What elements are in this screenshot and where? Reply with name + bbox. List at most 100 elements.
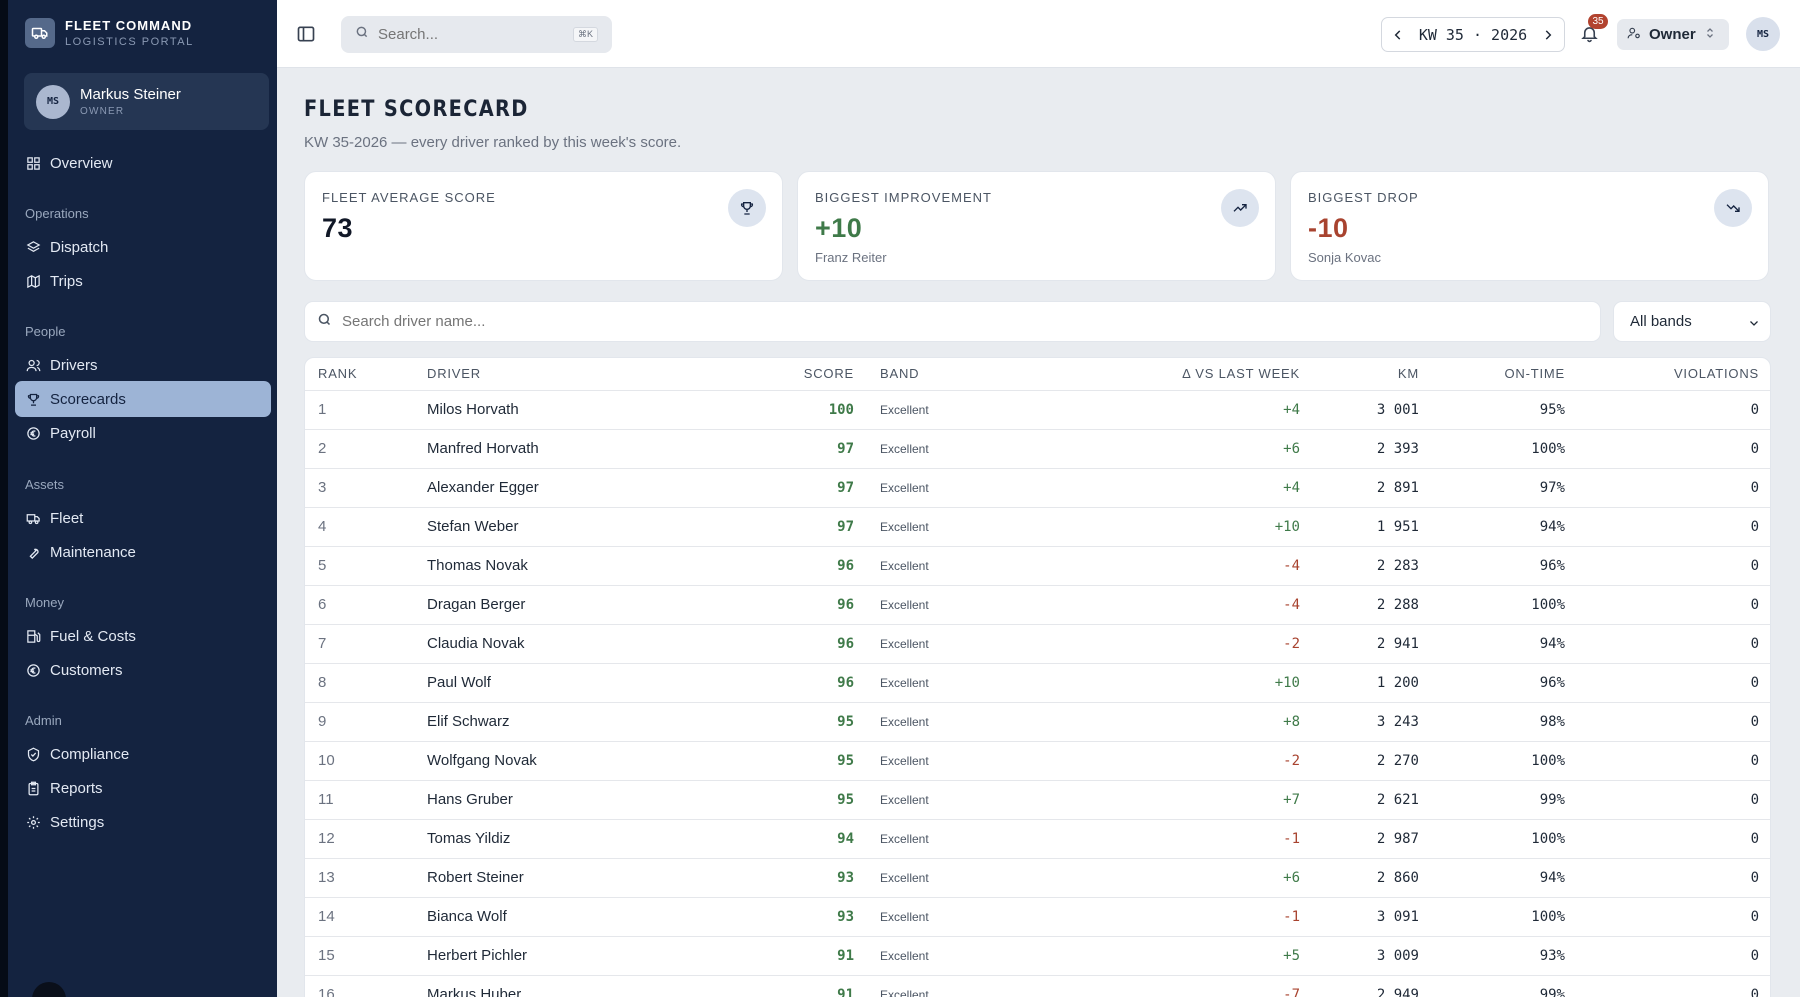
cell-score: 91 xyxy=(714,936,867,976)
chevron-left-icon[interactable] xyxy=(1390,27,1406,43)
cell-driver: Dragan Berger xyxy=(414,585,714,625)
table-row[interactable]: 9 Elif Schwarz 95 Excellent +8 3 243 98% 0 xyxy=(305,702,1770,742)
shield-check-icon xyxy=(25,746,41,762)
cell-driver: Robert Steiner xyxy=(414,858,714,898)
cell-delta: -2 xyxy=(1047,624,1313,664)
brand[interactable]: FLEET COMMAND LOGISTICS PORTAL xyxy=(25,18,194,48)
help-launcher[interactable] xyxy=(32,982,66,997)
wrench-icon xyxy=(25,544,41,560)
cell-on-time: 94% xyxy=(1432,507,1578,547)
week-navigator: KW 35 · 2026 xyxy=(1381,17,1565,52)
cell-km: 1 200 xyxy=(1313,663,1432,703)
cell-km: 3 001 xyxy=(1313,390,1432,430)
column-header-on-time[interactable]: ON-TIME xyxy=(1432,358,1578,391)
sidebar: FLEET COMMAND LOGISTICS PORTAL MS Markus… xyxy=(8,0,277,997)
cell-band: Excellent xyxy=(867,975,1047,997)
driver-search-input[interactable] xyxy=(342,313,1142,330)
table-row[interactable]: 7 Claudia Novak 96 Excellent -2 2 941 94% 0 xyxy=(305,624,1770,664)
stat-value: +10 xyxy=(815,213,863,243)
table-row[interactable]: 10 Wolfgang Novak 95 Excellent -2 2 270 100% 0 xyxy=(305,741,1770,781)
table-row[interactable]: 6 Dragan Berger 96 Excellent -4 2 288 100% 0 xyxy=(305,585,1770,625)
cell-score: 100 xyxy=(714,390,867,430)
column-header-delta[interactable]: Δ VS LAST WEEK xyxy=(1047,358,1313,391)
sidebar-item-trips[interactable]: Trips xyxy=(15,263,271,299)
cell-delta: -2 xyxy=(1047,741,1313,781)
cell-violations: 0 xyxy=(1578,390,1770,430)
cell-km: 2 270 xyxy=(1313,741,1432,781)
column-header-violations[interactable]: VIOLATIONS xyxy=(1578,358,1770,391)
user-cog-icon xyxy=(1627,26,1641,44)
sidebar-item-customers[interactable]: Customers xyxy=(15,652,271,688)
cell-score: 93 xyxy=(714,858,867,898)
table-header-row: RANK DRIVER SCORE BAND Δ VS LAST WEEK KM… xyxy=(305,358,1770,391)
table-row[interactable]: 14 Bianca Wolf 93 Excellent -1 3 091 100% 0 xyxy=(305,897,1770,937)
search-input[interactable] xyxy=(378,26,558,43)
cell-driver: Claudia Novak xyxy=(414,624,714,664)
cell-driver: Milos Horvath xyxy=(414,390,714,430)
euro-circle-icon xyxy=(25,662,41,678)
sidebar-item-label: Reports xyxy=(50,779,103,797)
table-row[interactable]: 15 Herbert Pichler 91 Excellent +5 3 009 93% 0 xyxy=(305,936,1770,976)
cell-on-time: 99% xyxy=(1432,780,1578,820)
column-header-rank[interactable]: RANK xyxy=(305,358,414,391)
table-row[interactable]: 2 Manfred Horvath 97 Excellent +6 2 393 100% 0 xyxy=(305,429,1770,469)
search-icon xyxy=(355,25,369,44)
band-filter-value: All bands xyxy=(1630,313,1692,330)
sidebar-item-label: Customers xyxy=(50,661,123,679)
cell-violations: 0 xyxy=(1578,507,1770,547)
sidebar-item-drivers[interactable]: Drivers xyxy=(15,347,271,383)
cell-rank: 9 xyxy=(305,702,414,742)
sidebar-item-label: Settings xyxy=(50,813,105,831)
chevron-right-icon[interactable] xyxy=(1540,27,1556,43)
truck-icon xyxy=(25,510,41,526)
sidebar-item-label: Maintenance xyxy=(50,543,136,561)
sidebar-item-fuel-costs[interactable]: Fuel & Costs xyxy=(15,618,271,654)
avatar[interactable]: MS xyxy=(1746,17,1780,51)
driver-search[interactable] xyxy=(304,301,1601,342)
table-row[interactable]: 16 Markus Huber 91 Excellent -7 2 949 99% 0 xyxy=(305,975,1770,997)
column-header-band[interactable]: BAND xyxy=(867,358,1047,391)
sidebar-item-maintenance[interactable]: Maintenance xyxy=(15,534,271,570)
table-row[interactable]: 8 Paul Wolf 96 Excellent +10 1 200 96% 0 xyxy=(305,663,1770,703)
role-switcher[interactable]: Owner xyxy=(1617,19,1729,50)
sidebar-item-settings[interactable]: Settings xyxy=(15,804,271,840)
global-search[interactable]: ⌘K xyxy=(341,16,612,53)
table-row[interactable]: 12 Tomas Yildiz 94 Excellent -1 2 987 100% 0 xyxy=(305,819,1770,859)
cell-on-time: 96% xyxy=(1432,546,1578,586)
table-row[interactable]: 13 Robert Steiner 93 Excellent +6 2 860 94% 0 xyxy=(305,858,1770,898)
cell-delta: +8 xyxy=(1047,702,1313,742)
table-row[interactable]: 5 Thomas Novak 96 Excellent -4 2 283 96% 0 xyxy=(305,546,1770,586)
cell-rank: 5 xyxy=(305,546,414,586)
band-filter-select[interactable]: All bands xyxy=(1613,301,1771,342)
sidebar-item-overview[interactable]: Overview xyxy=(15,145,271,181)
sidebar-item-scorecards[interactable]: Scorecards xyxy=(15,381,271,417)
sidebar-toggle-icon[interactable] xyxy=(296,24,316,44)
table-row[interactable]: 11 Hans Gruber 95 Excellent +7 2 621 99% 0 xyxy=(305,780,1770,820)
cell-on-time: 99% xyxy=(1432,975,1578,997)
table-row[interactable]: 3 Alexander Egger 97 Excellent +4 2 891 97% 0 xyxy=(305,468,1770,508)
sidebar-item-reports[interactable]: Reports xyxy=(15,770,271,806)
trophy-icon xyxy=(25,391,41,407)
truck-logo-icon xyxy=(25,18,55,48)
sidebar-item-fleet[interactable]: Fleet xyxy=(15,500,271,536)
cell-on-time: 100% xyxy=(1432,819,1578,859)
cell-violations: 0 xyxy=(1578,585,1770,625)
sidebar-item-payroll[interactable]: Payroll xyxy=(15,415,271,451)
sidebar-item-dispatch[interactable]: Dispatch xyxy=(15,229,271,265)
cell-band: Excellent xyxy=(867,507,1047,547)
table-body: 1 Milos Horvath 100 Excellent +4 3 001 95% 0 2 Ma… xyxy=(305,390,1770,997)
table-row[interactable]: 1 Milos Horvath 100 Excellent +4 3 001 95% 0 xyxy=(305,390,1770,430)
cell-violations: 0 xyxy=(1578,546,1770,586)
cell-violations: 0 xyxy=(1578,702,1770,742)
table-row[interactable]: 4 Stefan Weber 97 Excellent +10 1 951 94% 0 xyxy=(305,507,1770,547)
trending-down-icon xyxy=(1714,189,1752,227)
column-header-driver[interactable]: DRIVER xyxy=(414,358,714,391)
cell-km: 3 009 xyxy=(1313,936,1432,976)
column-header-km[interactable]: KM xyxy=(1313,358,1432,391)
grid-icon xyxy=(25,155,41,171)
cell-violations: 0 xyxy=(1578,624,1770,664)
column-header-score[interactable]: SCORE xyxy=(714,358,867,391)
cell-km: 1 951 xyxy=(1313,507,1432,547)
sidebar-item-compliance[interactable]: Compliance xyxy=(15,736,271,772)
user-card[interactable]: MS Markus Steiner OWNER xyxy=(24,73,269,130)
